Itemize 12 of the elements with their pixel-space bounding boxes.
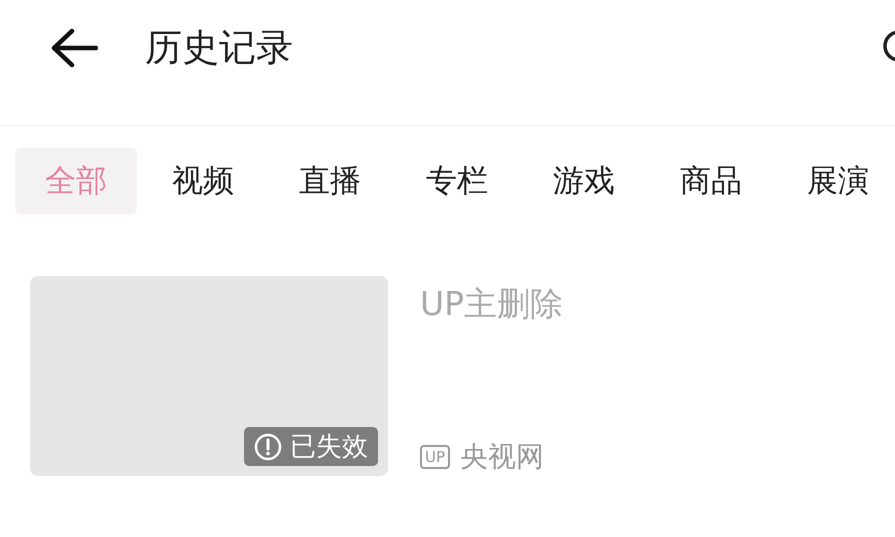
alert-icon [254, 432, 282, 460]
category-tab[interactable]: 游戏 [523, 148, 645, 214]
uploader-badge: UP [420, 445, 450, 469]
category-tab[interactable]: 商品 [650, 148, 772, 214]
category-tab[interactable]: 专栏 [396, 148, 518, 214]
category-tab[interactable]: 展演 [777, 148, 895, 214]
status-text: 已失效 [290, 431, 368, 464]
back-icon[interactable] [50, 28, 98, 68]
category-tab[interactable]: 直播 [269, 148, 391, 214]
category-tab[interactable]: 视频 [142, 148, 264, 214]
page-title: 历史记录 [145, 24, 293, 70]
video-thumbnail[interactable]: 已失效 [30, 276, 388, 476]
